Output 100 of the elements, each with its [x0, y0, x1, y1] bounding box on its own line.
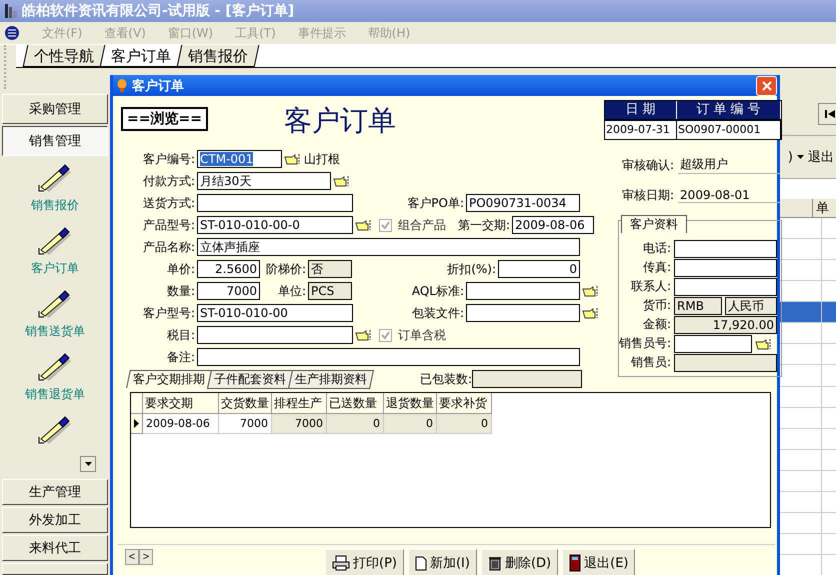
detail-tab[interactable]: 生产排期资料 [288, 370, 374, 388]
input-field[interactable]: 立体声插座 [197, 238, 580, 256]
app-icon [4, 3, 18, 19]
group-tab[interactable]: 客户资料 [621, 215, 687, 233]
sidebar-group-button[interactable]: 外发加工 [2, 507, 108, 533]
dialog-title: 客户订单 [132, 78, 184, 94]
field-label: 销售员号: [619, 335, 671, 352]
action-button[interactable]: 打印(P) [325, 549, 404, 575]
document-tab[interactable]: 销售报价 [176, 45, 260, 67]
input-field[interactable]: 人民币 [725, 296, 777, 314]
field-label: 产品名称: [142, 238, 195, 256]
field-label: AQL标准: [410, 282, 464, 300]
input-field[interactable] [674, 354, 777, 372]
field-label: 付款方式: [142, 172, 195, 190]
sidebar-item[interactable]: 客户订单 [31, 260, 79, 277]
pen-icon[interactable] [37, 415, 73, 445]
input-field[interactable]: PO090731-0034 [466, 194, 580, 212]
input-field[interactable]: 2009-08-06 [512, 216, 594, 234]
input-field[interactable] [674, 278, 777, 296]
close-button[interactable] [756, 76, 777, 96]
column-header: 排程生产 [272, 393, 327, 414]
input-field[interactable]: RMB [674, 296, 722, 314]
sidebar-group-button[interactable]: 销售管理 [2, 126, 108, 156]
input-field[interactable] [674, 258, 777, 276]
nav-button[interactable]: < [125, 549, 139, 565]
input-field[interactable] [197, 326, 353, 344]
input-field[interactable] [197, 348, 580, 366]
input-field[interactable]: 否 [308, 260, 352, 278]
column-header: 要求交期 [143, 393, 219, 414]
detail-tab[interactable]: 客户交期排期 [126, 370, 212, 388]
sidebar-group-button[interactable]: 来料代工 [2, 535, 108, 561]
field-label: 电话: [642, 240, 671, 257]
column-header: 交货数量 [219, 393, 272, 414]
input-field[interactable] [466, 282, 580, 300]
input-field[interactable]: 7000 [197, 282, 260, 300]
sidebar-item[interactable]: 销售报价 [31, 197, 79, 214]
action-button[interactable]: 退出(E) [562, 549, 636, 575]
input-field[interactable]: 月结30天 [197, 172, 331, 190]
field-label: 备注: [166, 348, 195, 366]
sidebar-group-button[interactable] [2, 563, 108, 575]
input-field[interactable] [472, 370, 582, 388]
sidebar-group-button[interactable]: 采购管理 [2, 94, 108, 124]
column-header: 退货数量 [384, 393, 437, 414]
input-field[interactable]: PCS [308, 282, 352, 300]
scroll-down-button[interactable] [80, 456, 96, 472]
input-field[interactable] [674, 240, 777, 258]
table-cell: 0 [384, 414, 437, 434]
table-cell: 2009-07-31 [605, 119, 677, 139]
input-field[interactable] [466, 304, 580, 322]
caret-icon[interactable] [797, 155, 804, 160]
field-label: 审核日期: [622, 186, 674, 204]
input-field[interactable]: ST-010-010-00-0 [197, 216, 353, 234]
pen-icon[interactable] [37, 352, 73, 382]
table-cell: 0 [437, 414, 492, 434]
input-field[interactable]: CTM-001 [197, 150, 282, 168]
app-title: 皓柏软件资讯有限公司-试用版 - [客户订单] [22, 2, 294, 20]
input-field[interactable]: ST-010-010-00 [197, 304, 353, 322]
table-cell: 7000 [219, 414, 272, 434]
first-record-button[interactable] [818, 103, 836, 125]
sidebar-item[interactable]: 销售退货单 [25, 386, 85, 403]
field-label: 税目: [166, 326, 195, 344]
pen-icon[interactable] [37, 289, 73, 319]
printer-icon [332, 555, 350, 571]
input-field[interactable] [674, 334, 752, 352]
input-field[interactable] [197, 194, 353, 212]
field-label: 客户编号: [142, 150, 195, 168]
table-cell: 0 [327, 414, 384, 434]
form-heading: 客户订单 [284, 103, 396, 139]
document-tab[interactable]: 客户订单 [100, 45, 182, 67]
nav-button[interactable]: > [139, 549, 153, 565]
field-label: 单位: [276, 282, 306, 300]
first-record-icon [825, 110, 835, 118]
mode-indicator: ==浏览== [121, 107, 208, 131]
pen-icon[interactable] [37, 163, 73, 193]
pen-icon[interactable] [37, 226, 73, 256]
table-cell: 7000 [272, 414, 327, 434]
detail-tab[interactable]: 子件配套资料 [206, 370, 294, 388]
sidebar-group-button[interactable]: 生产管理 [2, 479, 108, 505]
action-button[interactable]: 删除(D) [480, 549, 558, 575]
document-tab[interactable]: 个性导航 [22, 45, 106, 67]
toolbar-text: ) [788, 150, 793, 165]
field-label: 已包装数: [418, 370, 472, 388]
field-label: 送货方式: [142, 194, 195, 212]
input-field[interactable]: 2.5600 [197, 260, 260, 278]
column-header: 单 [812, 199, 836, 218]
bulb-icon [117, 78, 127, 92]
door-icon [569, 554, 582, 572]
column-header: 要求补货 [437, 393, 492, 414]
field-label: 客户型号: [142, 304, 195, 322]
action-button[interactable]: 新加(I) [408, 549, 477, 575]
sidebar-item[interactable]: 销售送货单 [25, 323, 85, 340]
field-label: 货币: [642, 297, 671, 314]
table-cell: SO0907-00001 [677, 119, 781, 139]
customer-name: 山打根 [304, 150, 340, 168]
input-field[interactable]: 0 [498, 260, 580, 278]
field-label: 阶梯价: [264, 260, 306, 278]
input-field[interactable]: 17,920.00 [674, 316, 777, 334]
field-value: 2009-08-01 [678, 188, 780, 202]
toolbar-button[interactable]: 退出 [808, 148, 834, 166]
app-logo-icon [4, 25, 20, 41]
